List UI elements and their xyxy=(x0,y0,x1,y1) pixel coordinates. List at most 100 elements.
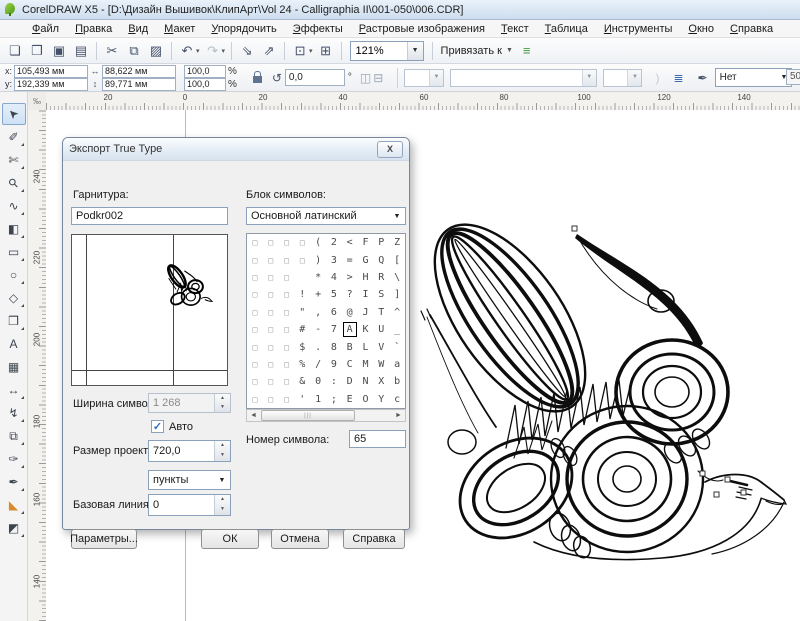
mirror-vertical-icon[interactable]: ⊟ xyxy=(373,71,383,85)
menu-effects[interactable]: Эффекты xyxy=(285,21,351,37)
char-cell[interactable]: ; xyxy=(326,391,342,408)
char-cell[interactable]: 4 xyxy=(326,269,342,286)
char-cell[interactable]: + xyxy=(310,286,326,303)
options-button[interactable]: Параметры... xyxy=(71,529,137,549)
char-cell[interactable]: a xyxy=(389,356,405,373)
char-cell[interactable]: " xyxy=(294,304,310,321)
scale-v-field[interactable]: 100,0 xyxy=(184,78,226,91)
char-cell[interactable]: □ xyxy=(263,286,279,303)
char-cell[interactable]: J xyxy=(358,304,374,321)
char-cell[interactable]: , xyxy=(310,304,326,321)
scroll-left-icon[interactable]: ◄ xyxy=(247,412,260,419)
char-cell[interactable]: □ xyxy=(294,251,310,268)
char-cell[interactable]: V xyxy=(373,338,389,355)
char-cell[interactable]: ( xyxy=(310,234,326,251)
char-cell[interactable]: @ xyxy=(342,304,358,321)
order-icon[interactable]: ≣ xyxy=(673,71,683,85)
undo-dropdown-icon[interactable]: ▾ xyxy=(196,47,200,55)
paste-button[interactable]: ▨ xyxy=(145,40,167,62)
char-cell[interactable]: \ xyxy=(389,269,405,286)
font-name-field[interactable]: Podkr002 xyxy=(71,207,228,225)
char-cell[interactable]: □ xyxy=(247,269,263,286)
dialog-title-bar[interactable]: Экспорт True Type X xyxy=(63,138,409,161)
char-cell[interactable]: 0 xyxy=(310,373,326,390)
scroll-right-icon[interactable]: ► xyxy=(392,412,405,419)
zoom-tool[interactable]: ⚲ xyxy=(2,172,26,194)
char-cell[interactable]: □ xyxy=(263,373,279,390)
polygon-tool[interactable]: ◇ xyxy=(2,287,26,309)
empty-combo-small-2[interactable]: ▼ xyxy=(603,69,643,87)
char-cell[interactable]: 3 xyxy=(326,251,342,268)
application-launcher-button[interactable]: ⊡ xyxy=(289,40,311,62)
save-button[interactable]: ▣ xyxy=(48,40,70,62)
pick-tool[interactable]: ➤ xyxy=(2,103,26,125)
scale-h-field[interactable]: 100,0 xyxy=(184,65,226,78)
char-cell[interactable]: H xyxy=(358,269,374,286)
char-grid-scrollbar[interactable]: ◄ ||| ► xyxy=(246,409,406,422)
scrollbar-thumb[interactable]: ||| xyxy=(261,410,355,421)
char-cell[interactable]: □ xyxy=(247,338,263,355)
char-cell[interactable]: ^ xyxy=(389,304,405,321)
print-button[interactable]: ▤ xyxy=(70,40,92,62)
char-cell[interactable]: Z xyxy=(389,234,405,251)
options-icon[interactable]: ≡ xyxy=(523,43,530,58)
ellipse-tool[interactable]: ○ xyxy=(2,264,26,286)
char-cell[interactable]: = xyxy=(342,251,358,268)
char-cell[interactable] xyxy=(294,269,310,286)
char-cell[interactable]: & xyxy=(294,373,310,390)
char-cell[interactable]: M xyxy=(358,356,374,373)
cancel-button[interactable]: Отмена xyxy=(271,529,329,549)
char-cell[interactable]: N xyxy=(358,373,374,390)
menu-tools[interactable]: Инструменты xyxy=(596,21,681,37)
char-cell[interactable]: □ xyxy=(247,251,263,268)
x-position-field[interactable]: 105,493 мм xyxy=(14,65,88,78)
char-cell[interactable]: □ xyxy=(279,251,295,268)
char-cell[interactable]: [ xyxy=(389,251,405,268)
char-cell[interactable]: E xyxy=(342,391,358,408)
mirror-horizontal-icon[interactable]: ◫ xyxy=(360,71,371,85)
menu-help[interactable]: Справка xyxy=(722,21,781,37)
rectangle-tool[interactable]: ▭ xyxy=(2,241,26,263)
open-button[interactable]: ❒ xyxy=(26,40,48,62)
char-cell[interactable]: 8 xyxy=(326,338,342,355)
outline-width-combo[interactable]: Нет ▼ xyxy=(715,68,792,87)
char-cell[interactable]: A xyxy=(342,321,358,338)
char-number-field[interactable]: 65 xyxy=(349,430,406,448)
char-cell[interactable]: b xyxy=(389,373,405,390)
char-cell[interactable]: * xyxy=(310,269,326,286)
char-cell[interactable]: □ xyxy=(279,391,295,408)
char-cell[interactable]: Q xyxy=(373,251,389,268)
char-cell[interactable]: □ xyxy=(279,321,295,338)
snap-to-dropdown[interactable]: Привязать к ▼ xyxy=(441,45,513,57)
object-width-field[interactable]: 88,622 мм xyxy=(102,65,176,78)
char-cell[interactable]: □ xyxy=(294,234,310,251)
basic-shapes-tool[interactable]: ❒ xyxy=(2,310,26,332)
char-cell[interactable]: I xyxy=(358,286,374,303)
text-tool[interactable]: A xyxy=(2,333,26,355)
object-height-field[interactable]: 89,771 мм xyxy=(102,78,176,91)
char-cell[interactable]: Y xyxy=(373,391,389,408)
help-button[interactable]: Справка xyxy=(343,529,405,549)
menu-table[interactable]: Таблица xyxy=(537,21,596,37)
char-cell[interactable]: ) xyxy=(310,251,326,268)
char-cell[interactable]: □ xyxy=(263,338,279,355)
char-cell[interactable]: 9 xyxy=(326,356,342,373)
char-cell[interactable]: K xyxy=(358,321,374,338)
chevron-down-icon[interactable]: ▼ xyxy=(407,42,423,60)
char-cell[interactable]: L xyxy=(358,338,374,355)
crop-tool[interactable]: ✄ xyxy=(2,149,26,171)
char-cell[interactable]: □ xyxy=(247,286,263,303)
blend-tool[interactable]: ⧉ xyxy=(2,425,26,447)
char-cell[interactable]: # xyxy=(294,321,310,338)
export-button[interactable]: ⇗ xyxy=(258,40,280,62)
menu-view[interactable]: Вид xyxy=(120,21,156,37)
char-cell[interactable]: W xyxy=(373,356,389,373)
cut-button[interactable]: ✂ xyxy=(101,40,123,62)
char-cell[interactable]: □ xyxy=(263,269,279,286)
char-cell[interactable]: □ xyxy=(247,356,263,373)
redo-dropdown-icon[interactable]: ▾ xyxy=(222,47,226,55)
char-cell[interactable]: □ xyxy=(279,373,295,390)
outline-pen-tool[interactable]: ✒ xyxy=(2,471,26,493)
char-cell[interactable]: T xyxy=(373,304,389,321)
char-cell[interactable]: □ xyxy=(247,234,263,251)
